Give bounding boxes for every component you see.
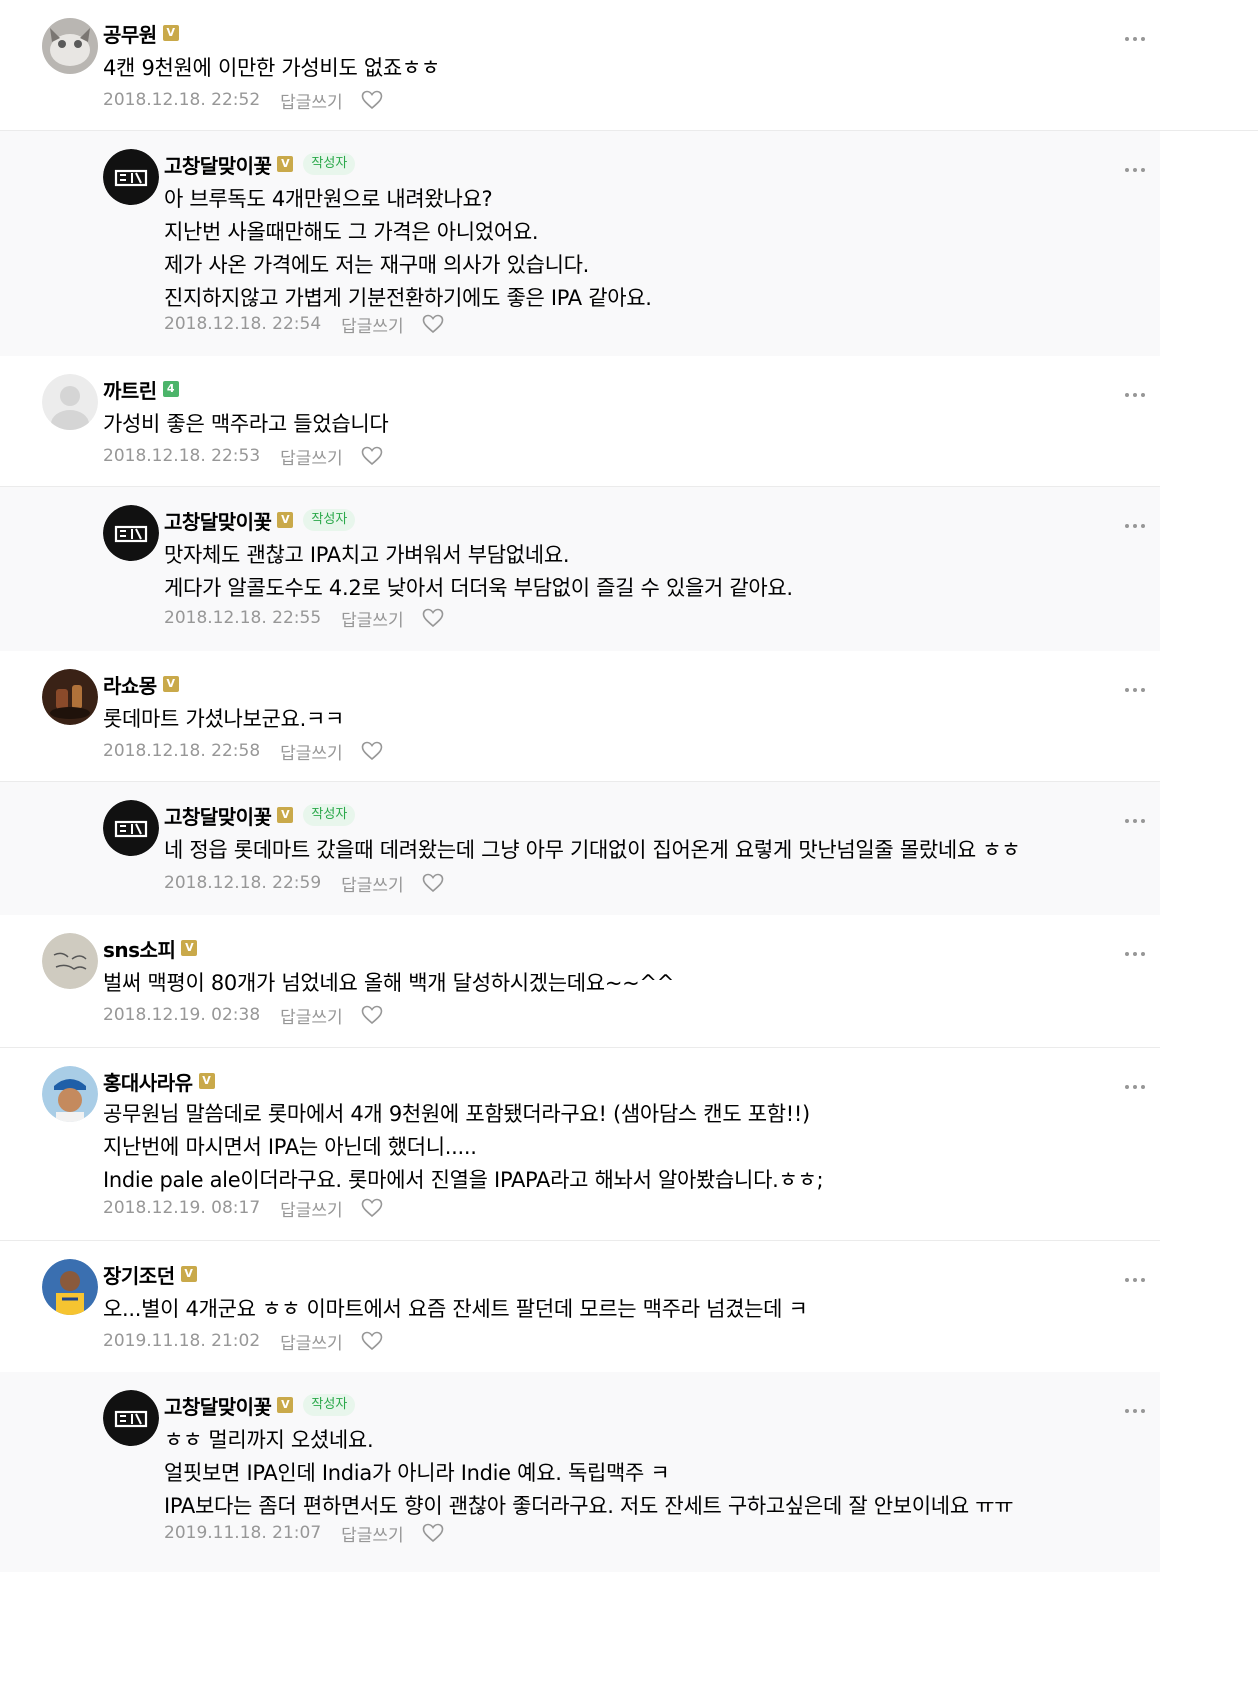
- comment-text: 오...별이 4개군요 ㅎㅎ 이마트에서 요즘 잔세트 팔던데 모르는 맥주라 …: [103, 1297, 808, 1321]
- comment-text: ㅎㅎ 멀리까지 오셨네요. 얼핏보면 IPA인데 India가 아니라 Indi…: [164, 1428, 1014, 1518]
- comment-author[interactable]: 고창달맞이꽃: [164, 801, 272, 830]
- comment-item: sns소피 V 벌써 맥평이 80개가 넘었네요 올해 백개 달성하시겠는데요~…: [0, 915, 1160, 1048]
- heart-icon[interactable]: [361, 90, 383, 110]
- comment-date: 2018.12.18. 22:59: [164, 873, 322, 893]
- comment-text: 가성비 좋은 맥주라고 들었습니다: [103, 412, 389, 436]
- member-level-badge: 4: [162, 381, 179, 397]
- comment-date: 2018.12.18. 22:52: [103, 90, 261, 110]
- comment-date: 2018.12.19. 08:17: [103, 1198, 261, 1218]
- comment-author[interactable]: 고창달맞이꽃: [164, 150, 272, 179]
- comment-date: 2018.12.18. 22:58: [103, 741, 261, 761]
- reply-button[interactable]: 답글쓰기: [280, 1196, 343, 1221]
- comment-item: 까트린 4 가성비 좋은 맥주라고 들었습니다 2018.12.18. 22:5…: [0, 356, 1160, 487]
- comment-author[interactable]: 까트린: [103, 375, 157, 404]
- heart-icon[interactable]: [361, 1331, 383, 1351]
- avatar[interactable]: [103, 800, 159, 856]
- more-options-icon[interactable]: [1124, 811, 1146, 823]
- heart-icon[interactable]: [361, 1198, 383, 1218]
- more-options-icon[interactable]: [1124, 29, 1146, 41]
- member-level-badge: V: [180, 1266, 197, 1282]
- avatar[interactable]: [42, 18, 98, 74]
- comment-author[interactable]: 장기조던: [103, 1260, 175, 1289]
- comment-date: 2018.12.18. 22:55: [164, 608, 322, 628]
- member-level-badge: V: [162, 676, 179, 692]
- reply-item: 고창달맞이꽃 V 작성자 네 정읍 롯데마트 갔을때 데려왔는데 그냥 아무 기…: [0, 782, 1160, 915]
- member-level-badge: V: [162, 25, 179, 41]
- avatar[interactable]: [42, 669, 98, 725]
- member-level-badge: V: [277, 156, 294, 172]
- avatar[interactable]: [42, 933, 98, 989]
- avatar[interactable]: [103, 505, 159, 561]
- reply-button[interactable]: 답글쓰기: [341, 606, 404, 631]
- more-options-icon[interactable]: [1124, 1401, 1146, 1413]
- reply-item: 고창달맞이꽃 V 작성자 맛자체도 괜찮고 IPA치고 가벼워서 부담없네요. …: [0, 487, 1160, 651]
- more-options-icon[interactable]: [1124, 1270, 1146, 1282]
- member-level-badge: V: [277, 1397, 294, 1413]
- reply-button[interactable]: 답글쓰기: [341, 312, 404, 337]
- comment-date: 2018.12.19. 02:38: [103, 1005, 261, 1025]
- reply-button[interactable]: 답글쓰기: [280, 88, 343, 113]
- writer-badge: 작성자: [303, 509, 356, 531]
- avatar[interactable]: [103, 1390, 159, 1446]
- comment-item: 라쇼몽 V 롯데마트 가셨나보군요.ㅋㅋ 2018.12.18. 22:58 답…: [0, 651, 1160, 782]
- member-level-badge: V: [198, 1073, 215, 1089]
- heart-icon[interactable]: [422, 314, 444, 334]
- reply-button[interactable]: 답글쓰기: [280, 1329, 343, 1354]
- heart-icon[interactable]: [422, 1523, 444, 1543]
- comment-date: 2019.11.18. 21:02: [103, 1331, 261, 1351]
- heart-icon[interactable]: [361, 446, 383, 466]
- comment-item: 홍대사라유 V 공무원님 말씀데로 롯마에서 4개 9천원에 포함됐더라구요! …: [0, 1048, 1160, 1241]
- more-options-icon[interactable]: [1124, 160, 1146, 172]
- writer-badge: 작성자: [303, 1394, 356, 1416]
- member-level-badge: V: [277, 512, 294, 528]
- comment-list: 공무원 V 4캔 9천원에 이만한 가성비도 없죠ㅎㅎ 2018.12.18. …: [0, 0, 1258, 1702]
- writer-badge: 작성자: [303, 153, 356, 175]
- comment-author[interactable]: 라쇼몽: [103, 670, 157, 699]
- comment-text: 공무원님 말씀데로 롯마에서 4개 9천원에 포함됐더라구요! (샘아담스 캔도…: [103, 1102, 824, 1192]
- comment-author[interactable]: 홍대사라유: [103, 1067, 193, 1096]
- reply-item: 고창달맞이꽃 V 작성자 아 브루독도 4개만원으로 내려왔나요? 지난번 사올…: [0, 131, 1160, 356]
- heart-icon[interactable]: [422, 873, 444, 893]
- comment-item: 공무원 V 4캔 9천원에 이만한 가성비도 없죠ㅎㅎ 2018.12.18. …: [0, 0, 1258, 131]
- comment-text: 아 브루독도 4개만원으로 내려왔나요? 지난번 사올때만해도 그 가격은 아니…: [164, 187, 652, 310]
- reply-button[interactable]: 답글쓰기: [280, 444, 343, 469]
- member-level-badge: V: [181, 940, 198, 956]
- comment-text: 벌써 맥평이 80개가 넘었네요 올해 백개 달성하시겠는데요~~^^: [103, 971, 675, 995]
- avatar[interactable]: [42, 1066, 98, 1122]
- reply-button[interactable]: 답글쓰기: [280, 1003, 343, 1028]
- member-level-badge: V: [277, 807, 294, 823]
- heart-icon[interactable]: [361, 741, 383, 761]
- writer-badge: 작성자: [303, 804, 356, 826]
- comment-date: 2019.11.18. 21:07: [164, 1523, 322, 1543]
- comment-text: 네 정읍 롯데마트 갔을때 데려왔는데 그냥 아무 기대없이 집어온게 요렇게 …: [164, 838, 1021, 862]
- more-options-icon[interactable]: [1124, 385, 1146, 397]
- comment-date: 2018.12.18. 22:54: [164, 314, 322, 334]
- comment-text: 맛자체도 괜찮고 IPA치고 가벼워서 부담없네요. 게다가 알콜도수도 4.2…: [164, 543, 793, 600]
- comment-item: 장기조던 V 오...별이 4개군요 ㅎㅎ 이마트에서 요즘 잔세트 팔던데 모…: [0, 1241, 1160, 1372]
- reply-button[interactable]: 답글쓰기: [341, 1521, 404, 1546]
- comment-text: 4캔 9천원에 이만한 가성비도 없죠ㅎㅎ: [103, 56, 440, 80]
- comment-date: 2018.12.18. 22:53: [103, 446, 261, 466]
- heart-icon[interactable]: [361, 1005, 383, 1025]
- comment-text: 롯데마트 가셨나보군요.ㅋㅋ: [103, 707, 344, 731]
- more-options-icon[interactable]: [1124, 680, 1146, 692]
- more-options-icon[interactable]: [1124, 1077, 1146, 1089]
- avatar[interactable]: [103, 149, 159, 205]
- comment-author[interactable]: sns소피: [103, 934, 176, 963]
- comment-author[interactable]: 고창달맞이꽃: [164, 1391, 272, 1420]
- reply-item: 고창달맞이꽃 V 작성자 ㅎㅎ 멀리까지 오셨네요. 얼핏보면 IPA인데 In…: [0, 1372, 1160, 1572]
- reply-button[interactable]: 답글쓰기: [341, 871, 404, 896]
- heart-icon[interactable]: [422, 608, 444, 628]
- more-options-icon[interactable]: [1124, 516, 1146, 528]
- comment-author[interactable]: 고창달맞이꽃: [164, 506, 272, 535]
- avatar[interactable]: [42, 374, 98, 430]
- avatar[interactable]: [42, 1259, 98, 1315]
- comment-author[interactable]: 공무원: [103, 19, 157, 48]
- reply-button[interactable]: 답글쓰기: [280, 739, 343, 764]
- more-options-icon[interactable]: [1124, 944, 1146, 956]
